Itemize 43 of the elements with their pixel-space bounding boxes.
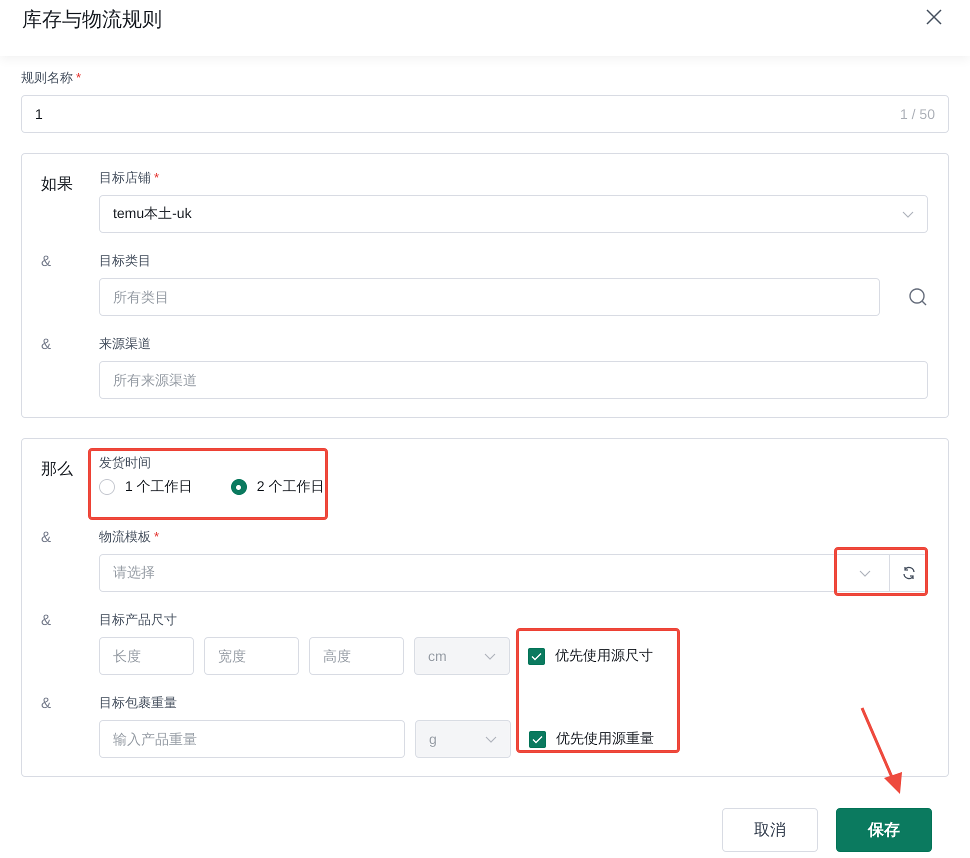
size-field[interactable]: 长度 [99, 637, 194, 675]
field-label: 规则名称 * [21, 70, 82, 86]
section-label: 如果 [41, 175, 73, 195]
and-label: & [41, 612, 52, 629]
field-label: 发货时间 [99, 455, 151, 471]
and-label: & [41, 253, 52, 270]
and-label: & [41, 695, 52, 712]
field-label: 目标类目 [99, 253, 151, 269]
field-label: 目标产品尺寸 [99, 612, 177, 628]
weight-field[interactable]: 输入产品重量 [99, 720, 405, 758]
and-label: & [41, 336, 52, 353]
checkbox-option[interactable]: 优先使用源尺寸 [528, 647, 653, 665]
save-button[interactable]: 保存 [836, 808, 932, 852]
size-field[interactable]: 高度 [309, 637, 404, 675]
refresh-icon [902, 566, 916, 580]
close-button[interactable] [926, 9, 942, 25]
chevron-down-icon [485, 736, 497, 742]
chevron-down-icon [484, 652, 496, 660]
and-label: & [41, 529, 52, 546]
size-field[interactable]: 宽度 [204, 637, 299, 675]
category-field[interactable]: 所有类目 [99, 278, 880, 316]
char-counter: 1 / 50 [900, 106, 935, 122]
radio-option[interactable]: 1 个工作日 [99, 478, 193, 496]
field-label: 目标店铺 * [99, 170, 160, 186]
check-icon [531, 652, 542, 660]
chevron-down-icon [902, 210, 914, 218]
dialog-title: 库存与物流规则 [22, 8, 162, 32]
cancel-button[interactable]: 取消 [722, 808, 818, 852]
check-icon [532, 734, 543, 744]
channel-field[interactable]: 所有来源渠道 [99, 361, 928, 399]
chevron-down-icon [859, 570, 871, 576]
checkbox[interactable] [529, 730, 546, 748]
field-label: 物流模板 * [99, 529, 160, 545]
checkbox[interactable] [528, 648, 545, 664]
close-icon [926, 9, 942, 25]
search-icon[interactable] [908, 287, 928, 307]
store-select[interactable]: temu本土-uk [99, 195, 928, 233]
radio-button[interactable] [230, 479, 247, 495]
radio-option[interactable]: 2 个工作日 [230, 478, 324, 496]
field-label: 目标包裹重量 [99, 695, 177, 711]
checkbox-option[interactable]: 优先使用源重量 [529, 730, 654, 748]
field-label: 来源渠道 [99, 336, 151, 352]
section-label: 那么 [41, 460, 73, 480]
